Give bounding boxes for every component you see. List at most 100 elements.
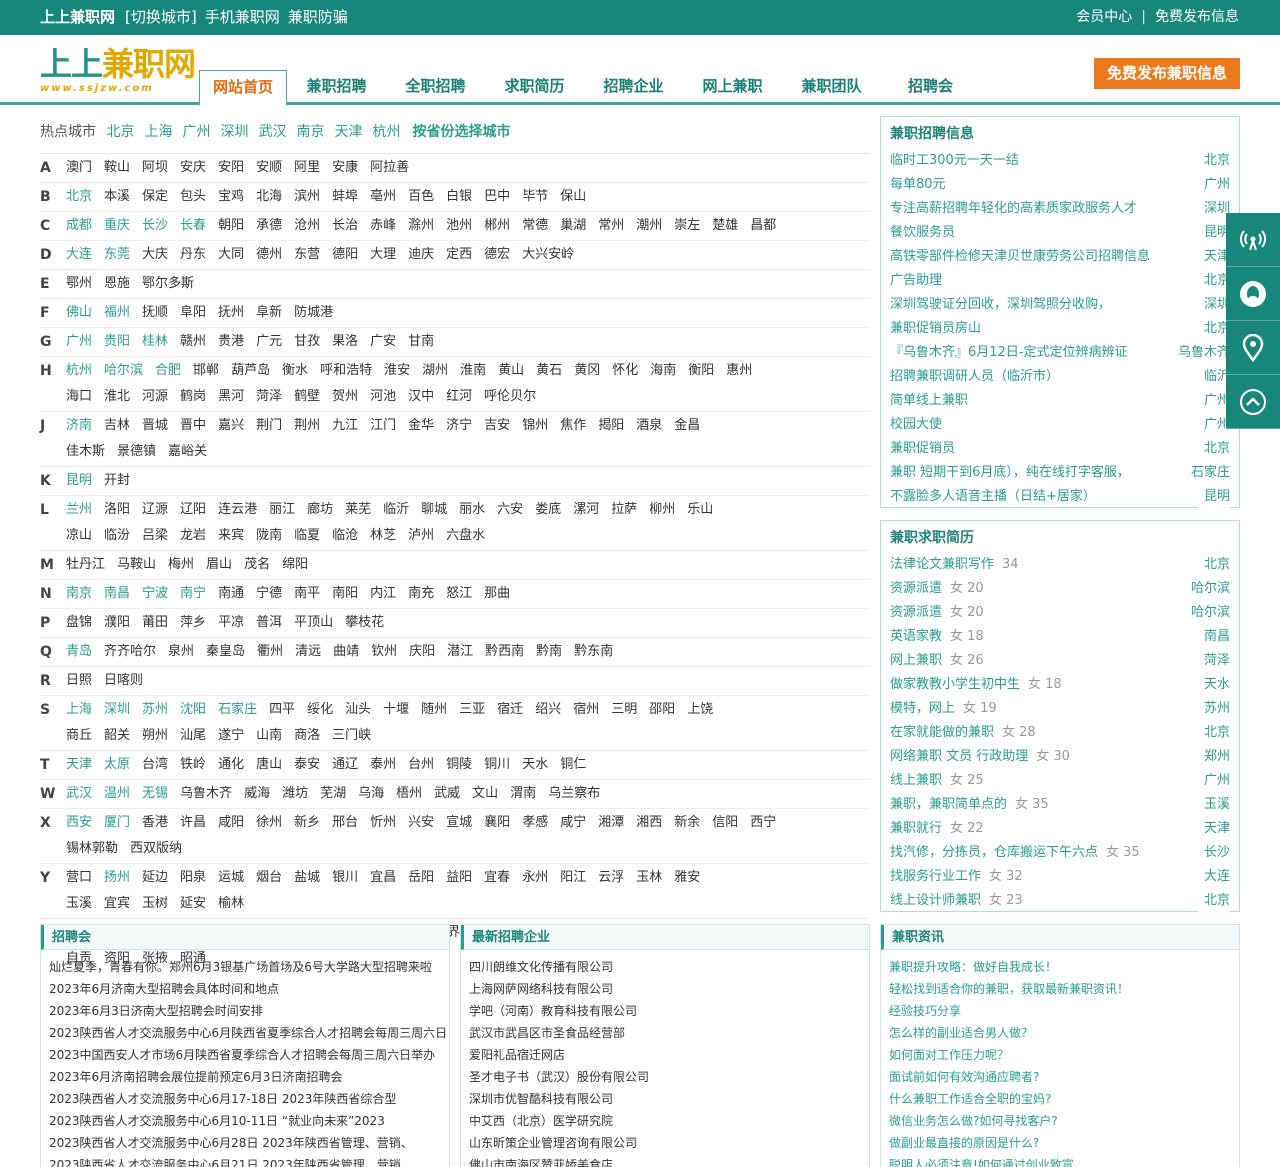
job-title[interactable]: 高铁零部件检修天津贝世康劳务公司招聘信息 (890, 249, 1150, 264)
city-link[interactable]: 普洱 (256, 610, 282, 636)
city-link[interactable]: 怀化 (612, 358, 638, 384)
city-link[interactable]: 南充 (408, 581, 434, 607)
city-link[interactable]: 甘南 (408, 329, 434, 355)
job-title[interactable]: 校园大使 (890, 417, 942, 432)
city-link[interactable]: 黄石 (536, 358, 562, 384)
job-item[interactable]: 兼职 短期干到6月底），纯在线打字客服， 石家庄 (881, 461, 1239, 485)
resume-title[interactable]: 做家教教小学生初中生 (890, 677, 1020, 692)
city-link[interactable]: 眉山 (206, 552, 232, 578)
city-link[interactable]: 宜春 (484, 865, 510, 891)
city-link[interactable]: 临沧 (332, 523, 358, 549)
city-link[interactable]: 本溪 (104, 184, 130, 210)
city-link[interactable]: 葫芦岛 (231, 358, 270, 384)
city-link[interactable]: 威海 (244, 781, 270, 807)
job-item[interactable]: 校园大使 广州 (881, 413, 1239, 437)
city-link[interactable]: 蚌埠 (332, 184, 358, 210)
hot-city-link[interactable]: 北京 (106, 124, 134, 140)
city-link[interactable]: 临汾 (104, 523, 130, 549)
job-item[interactable]: 招聘兼职调研人员（临沂市） 临沂 (881, 365, 1239, 389)
fair-item[interactable]: 2023陕西省人才交流服务中心6月21日 2023年陕西省管理、营销、 (41, 1154, 449, 1167)
resume-title[interactable]: 资源派遣 (890, 581, 942, 596)
job-city[interactable]: 广州 (1197, 173, 1230, 197)
job-fairs-title[interactable]: 招聘会 (41, 925, 449, 950)
city-link[interactable]: 绵阳 (282, 552, 308, 578)
resume-item[interactable]: 找服务行业工作女 32 大连 (881, 865, 1239, 889)
city-link[interactable]: 九江 (332, 413, 358, 439)
city-link[interactable]: 包头 (180, 184, 206, 210)
hot-city-link[interactable]: 杭州 (372, 124, 400, 140)
city-link[interactable]: 渭南 (510, 781, 536, 807)
city-link[interactable]: 廊坊 (307, 497, 333, 523)
city-link[interactable]: 滁州 (408, 213, 434, 239)
nav-item-1[interactable]: 兼职招聘 (287, 70, 386, 105)
city-link[interactable]: 安顺 (256, 155, 282, 181)
city-link[interactable]: 延安 (180, 891, 206, 917)
city-link[interactable]: 百色 (408, 184, 434, 210)
city-link[interactable]: 上海 (66, 697, 92, 723)
job-title[interactable]: 餐饮服务员 (890, 225, 955, 240)
resume-item[interactable]: 线上兼职女 25 广州 (881, 769, 1239, 793)
job-city[interactable]: 乌鲁木齐 (1171, 341, 1230, 365)
city-link[interactable]: 海南 (650, 358, 676, 384)
city-link[interactable]: 来宾 (218, 523, 244, 549)
city-link[interactable]: 连云港 (218, 497, 257, 523)
news-item[interactable]: 微信业务怎么做?如何寻找客户? (881, 1110, 1239, 1132)
hot-city-link[interactable]: 广州 (182, 124, 210, 140)
post-job-button[interactable]: 免费发布兼职信息 (1094, 58, 1240, 89)
city-link[interactable]: 宜宾 (104, 891, 130, 917)
city-link[interactable]: 金华 (408, 413, 434, 439)
resume-title[interactable]: 线上兼职 (890, 773, 942, 788)
city-link[interactable]: 安阳 (218, 155, 244, 181)
city-link[interactable]: 惠州 (726, 358, 752, 384)
city-link[interactable]: 潍坊 (282, 781, 308, 807)
city-link[interactable]: 厦门 (104, 810, 130, 836)
city-link[interactable]: 乌鲁木齐 (180, 781, 232, 807)
job-item[interactable]: 专注高薪招聘年轻化的高素质家政服务人才 深圳 (881, 197, 1239, 221)
city-link[interactable]: 遂宁 (218, 723, 244, 749)
city-link[interactable]: 贵港 (218, 329, 244, 355)
resume-title[interactable]: 线上设计师兼职 (890, 893, 981, 908)
city-link[interactable]: 泸州 (408, 523, 434, 549)
resume-item[interactable]: 在家就能做的兼职女 28 北京 (881, 721, 1239, 745)
city-link[interactable]: 赤峰 (370, 213, 396, 239)
news-item[interactable]: 怎么样的副业适合男人做？ (881, 1022, 1239, 1044)
fair-item[interactable]: 2023陕西省人才交流服务中心6月28日 2023年陕西省管理、营销、 (41, 1132, 449, 1154)
resume-title[interactable]: 资源派遣 (890, 605, 942, 620)
job-item[interactable]: 深圳驾驶证分回收，深圳驾照分收购， 深圳 (881, 293, 1239, 317)
nav-item-6[interactable]: 兼职团队 (782, 70, 881, 105)
city-link[interactable]: 忻州 (370, 810, 396, 836)
city-link[interactable]: 阜新 (256, 300, 282, 326)
hot-city-link[interactable]: 武汉 (258, 124, 286, 140)
company-item[interactable]: 圣才电子书（武汉）股份有限公司 (461, 1066, 869, 1088)
city-link[interactable]: 朔州 (142, 723, 168, 749)
city-link[interactable]: 果洛 (332, 329, 358, 355)
resume-title[interactable]: 兼职就行 (890, 821, 942, 836)
city-link[interactable]: 通辽 (332, 752, 358, 778)
news-item[interactable]: 如何面对工作压力呢？ (881, 1044, 1239, 1066)
city-link[interactable]: 济宁 (446, 413, 472, 439)
resume-title[interactable]: 找汽修，分拣员，仓库搬运下午六点 (890, 845, 1098, 860)
city-link[interactable]: 盘锦 (66, 610, 92, 636)
city-link[interactable]: 青岛 (66, 639, 92, 665)
job-city[interactable]: 北京 (1197, 149, 1230, 173)
mobile-site-link[interactable]: 手机兼职网 (205, 8, 280, 26)
nav-item-4[interactable]: 招聘企业 (584, 70, 683, 105)
city-link[interactable]: 河源 (142, 384, 168, 410)
city-link[interactable]: 六安 (497, 497, 523, 523)
city-link[interactable]: 淮安 (384, 358, 410, 384)
city-link[interactable]: 天津 (66, 752, 92, 778)
city-link[interactable]: 宁波 (142, 581, 168, 607)
city-link[interactable]: 汕头 (345, 697, 371, 723)
city-link[interactable]: 锡林郭勒 (66, 836, 118, 862)
city-link[interactable]: 贺州 (332, 384, 358, 410)
city-link[interactable]: 长沙 (142, 213, 168, 239)
city-link[interactable]: 重庆 (104, 213, 130, 239)
city-link[interactable]: 北京 (66, 184, 92, 210)
city-link[interactable]: 邢台 (332, 810, 358, 836)
city-link[interactable]: 潜江 (447, 639, 473, 665)
city-link[interactable]: 阿里 (294, 155, 320, 181)
city-link[interactable]: 咸阳 (218, 810, 244, 836)
city-link[interactable]: 晋中 (180, 413, 206, 439)
city-link[interactable]: 荆门 (256, 413, 282, 439)
city-link[interactable]: 玉林 (636, 865, 662, 891)
